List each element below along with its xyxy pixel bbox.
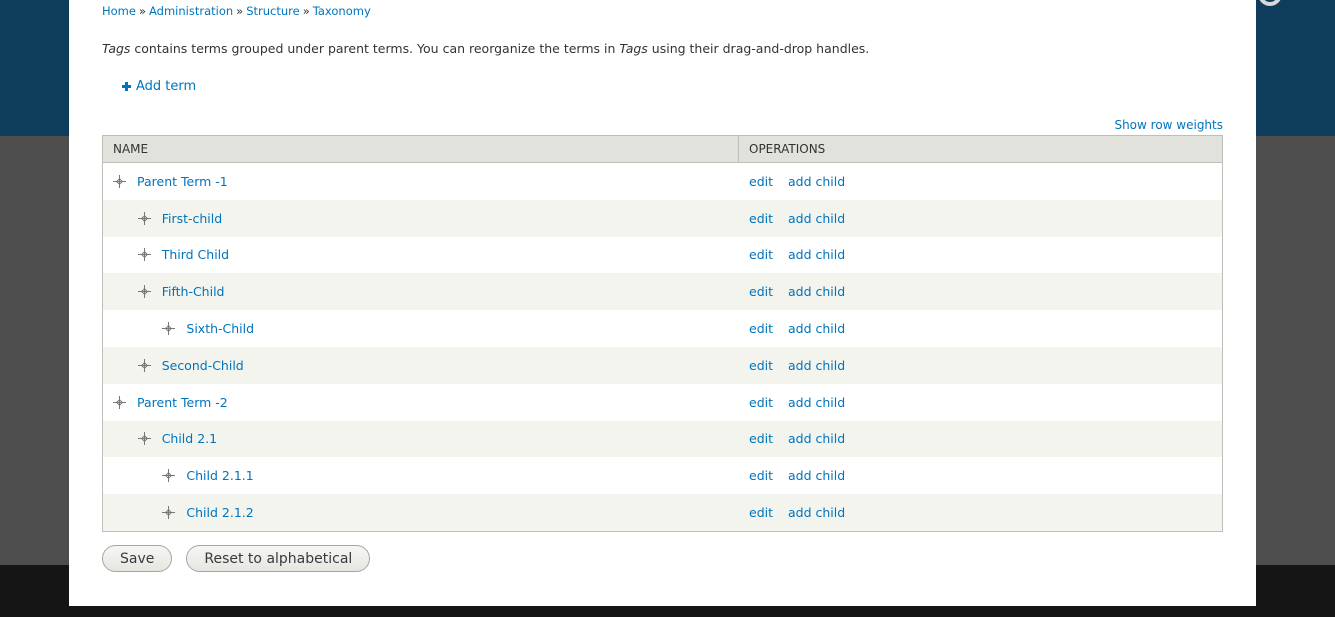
table-row: First-child edit add child — [103, 199, 1222, 237]
show-row-weights-link[interactable]: Show row weights — [1114, 118, 1223, 132]
operations-cell: edit add child — [739, 211, 845, 226]
operations-cell: edit add child — [739, 395, 845, 410]
drag-handle-icon[interactable] — [113, 395, 126, 409]
breadcrumb-separator: » — [302, 4, 310, 18]
drag-handle-icon[interactable] — [162, 506, 176, 520]
drag-handle-icon[interactable] — [137, 358, 151, 372]
term-link[interactable]: Third Child — [162, 247, 229, 262]
table-row: Child 2.1.1 edit add child — [103, 457, 1222, 495]
term-link[interactable]: Child 2.1 — [162, 431, 217, 446]
add-child-link[interactable]: add child — [788, 395, 845, 410]
term-link[interactable]: Parent Term -2 — [137, 395, 228, 410]
help-text-part: contains terms grouped under parent term… — [130, 41, 620, 56]
vocabulary-name: Tags — [102, 41, 131, 56]
operations-cell: edit add child — [739, 174, 845, 189]
operations-cell: edit add child — [739, 321, 845, 336]
operations-cell: edit add child — [739, 431, 845, 446]
add-child-link[interactable]: add child — [788, 211, 845, 226]
drag-handle-icon[interactable] — [162, 469, 176, 483]
add-child-link[interactable]: add child — [788, 358, 845, 373]
term-link[interactable]: Fifth-Child — [162, 284, 225, 299]
help-text-part: using their drag-and-drop handles. — [647, 41, 870, 56]
table-row: Parent Term -2 edit add child — [103, 383, 1222, 421]
term-link[interactable]: Sixth-Child — [186, 321, 254, 336]
operations-cell: edit add child — [739, 468, 845, 483]
edit-link[interactable]: edit — [749, 468, 773, 483]
add-child-link[interactable]: add child — [788, 431, 845, 446]
term-name-cell: Child 2.1 — [103, 431, 739, 446]
table-row: Sixth-Child edit add child — [103, 310, 1222, 347]
edit-link[interactable]: edit — [749, 321, 773, 336]
table-body: Parent Term -1 edit add child First-child ed… — [103, 163, 1222, 531]
drag-handle-icon[interactable] — [113, 174, 126, 188]
edit-link[interactable]: edit — [749, 211, 773, 226]
plus-icon — [122, 82, 131, 91]
breadcrumb-separator: » — [236, 4, 244, 18]
term-link[interactable]: Child 2.1.1 — [186, 468, 253, 483]
term-link[interactable]: First-child — [162, 211, 223, 226]
term-link[interactable]: Child 2.1.2 — [186, 505, 253, 520]
drag-handle-icon[interactable] — [137, 285, 151, 299]
term-name-cell: Child 2.1.1 — [103, 468, 739, 483]
content-panel: Home» Administration» Structure» Taxonomy T… — [69, 0, 1256, 606]
table-row: Child 2.1 edit add child — [103, 420, 1222, 458]
term-name-cell: Parent Term -2 — [103, 395, 739, 410]
edit-link[interactable]: edit — [749, 505, 773, 520]
term-link[interactable]: Parent Term -1 — [137, 174, 228, 189]
term-name-cell: Third Child — [103, 247, 739, 262]
operations-cell: edit add child — [739, 505, 845, 520]
add-child-link[interactable]: add child — [788, 284, 845, 299]
term-name-cell: Sixth-Child — [103, 321, 739, 336]
drag-handle-icon[interactable] — [137, 432, 151, 446]
breadcrumb: Home» Administration» Structure» Taxonomy — [102, 4, 371, 18]
drag-handle-icon[interactable] — [137, 248, 151, 262]
table-row: Child 2.1.2 edit add child — [103, 494, 1222, 531]
add-child-link[interactable]: add child — [788, 321, 845, 336]
operations-cell: edit add child — [739, 358, 845, 373]
operations-cell: edit add child — [739, 284, 845, 299]
terms-table: NAME OPERATIONS Parent Term -1 edit add ch… — [102, 135, 1223, 532]
edit-link[interactable]: edit — [749, 431, 773, 446]
edit-link[interactable]: edit — [749, 247, 773, 262]
reset-alphabetical-button[interactable]: Reset to alphabetical — [186, 545, 371, 572]
breadcrumb-home[interactable]: Home — [102, 4, 136, 18]
edit-link[interactable]: edit — [749, 395, 773, 410]
save-button[interactable]: Save — [102, 545, 173, 572]
column-header-operations: OPERATIONS — [749, 142, 826, 156]
add-child-link[interactable]: add child — [788, 505, 845, 520]
table-row: Fifth-Child edit add child — [103, 273, 1222, 311]
drag-handle-icon[interactable] — [162, 322, 176, 336]
add-child-link[interactable]: add child — [788, 468, 845, 483]
term-name-cell: Second-Child — [103, 358, 739, 373]
column-header-name: NAME — [103, 136, 739, 162]
vocabulary-name: Tags — [619, 41, 648, 56]
help-text: Tags contains terms grouped under parent… — [102, 41, 869, 56]
edit-link[interactable]: edit — [749, 358, 773, 373]
breadcrumb-separator: » — [138, 4, 147, 18]
operations-cell: edit add child — [739, 247, 845, 262]
term-name-cell: Parent Term -1 — [103, 174, 739, 189]
breadcrumb-taxonomy[interactable]: Taxonomy — [313, 4, 371, 18]
form-actions: Save Reset to alphabetical — [102, 545, 371, 572]
add-term-link[interactable]: Add term — [122, 79, 196, 94]
table-header: NAME OPERATIONS — [103, 136, 1222, 163]
drag-handle-icon[interactable] — [137, 211, 151, 225]
table-row: Parent Term -1 edit add child — [103, 163, 1222, 200]
term-link[interactable]: Second-Child — [162, 358, 244, 373]
breadcrumb-administration[interactable]: Administration — [149, 4, 233, 18]
term-name-cell: Fifth-Child — [103, 284, 739, 299]
add-child-link[interactable]: add child — [788, 174, 845, 189]
edit-link[interactable]: edit — [749, 284, 773, 299]
add-child-link[interactable]: add child — [788, 247, 845, 262]
term-name-cell: Child 2.1.2 — [103, 505, 739, 520]
edit-link[interactable]: edit — [749, 174, 773, 189]
term-name-cell: First-child — [103, 211, 739, 226]
table-row: Second-Child edit add child — [103, 346, 1222, 384]
add-term-label: Add term — [136, 79, 197, 94]
breadcrumb-structure[interactable]: Structure — [246, 4, 300, 18]
table-row: Third Child edit add child — [103, 236, 1222, 274]
